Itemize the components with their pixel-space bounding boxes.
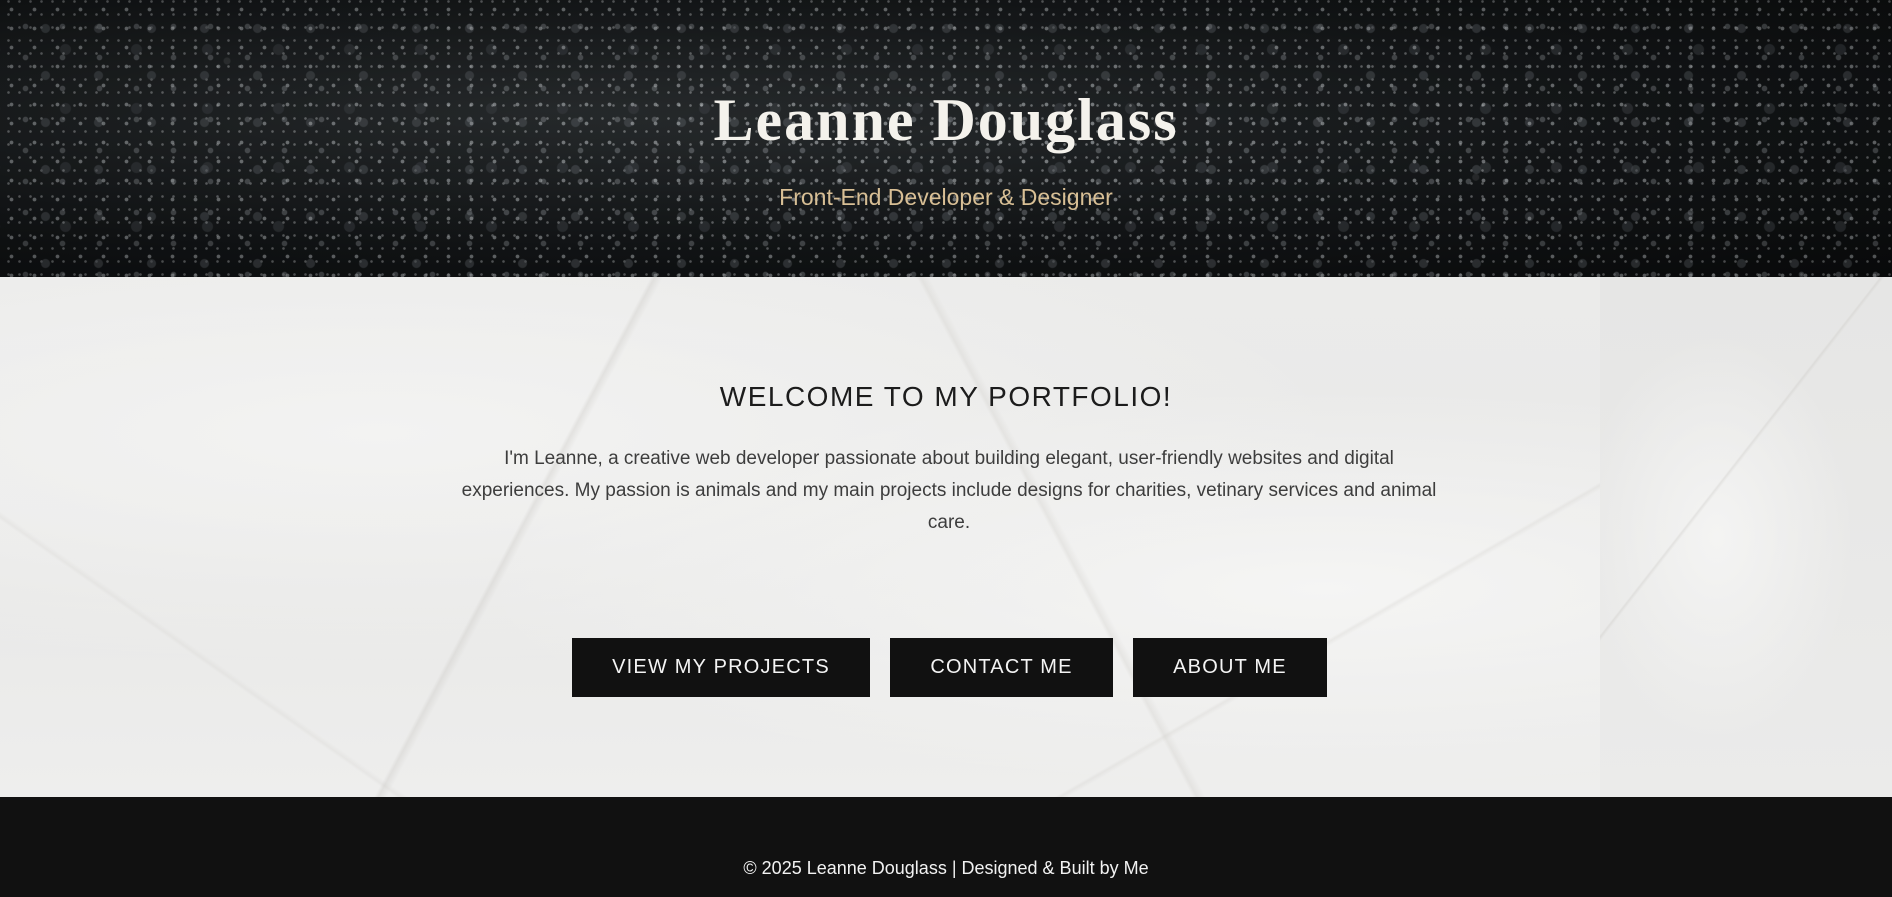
site-title: Leanne Douglass (713, 87, 1179, 153)
page-footer (0, 797, 1892, 897)
about-me-button[interactable]: ABOUT ME (1133, 638, 1327, 697)
footer-copyright: © 2025 Leanne Douglass | Designed & Buil… (743, 858, 1149, 878)
site-tagline: Front-End Developer & Designer (779, 184, 1113, 210)
view-projects-button[interactable]: VIEW MY PROJECTS (572, 638, 870, 697)
welcome-heading: WELCOME TO MY PORTFOLIO! (719, 381, 1173, 412)
contact-me-button[interactable]: CONTACT ME (890, 638, 1113, 697)
intro-paragraph: I'm Leanne, a creative web developer pas… (461, 448, 1437, 533)
marble-background-tile (1600, 277, 1892, 797)
